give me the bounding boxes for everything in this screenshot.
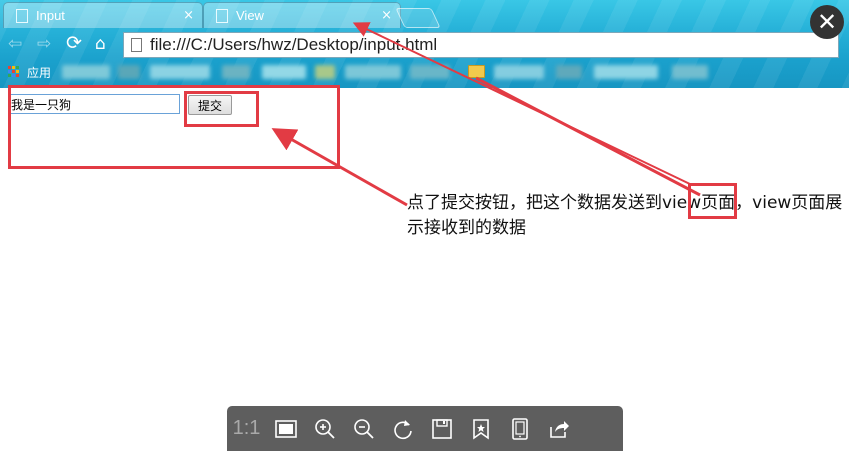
annotation-arrows	[271, 22, 701, 207]
arrow-from-view-word	[475, 76, 701, 197]
arrow-to-submit	[271, 128, 408, 207]
